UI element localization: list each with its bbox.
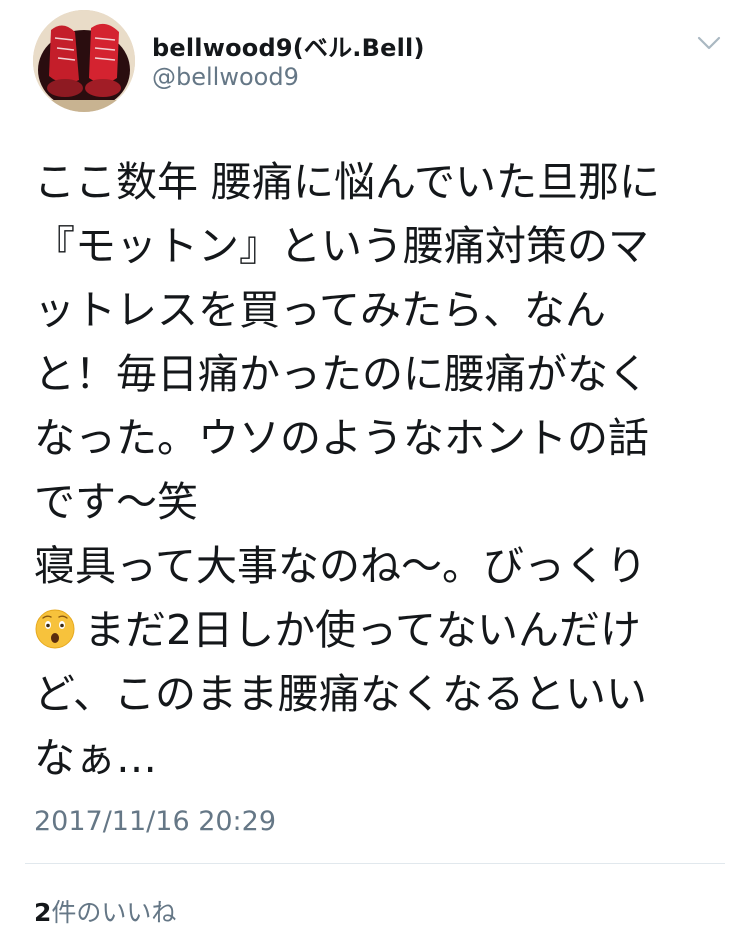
tweet-line: 『モットン』という腰痛対策のマ [34, 222, 649, 270]
tweet-header: bellwood9(ベル.Bell) @bellwood9 [0, 0, 750, 125]
tweet-line: です〜笑 [34, 478, 198, 526]
tweet-line-text: まだ2日しか使ってないんだけ [84, 606, 642, 654]
tweet-text: ここ数年 腰痛に悩んでいた旦那に 『モットン』という腰痛対策のマ ットレスを買っ… [34, 150, 724, 790]
display-name[interactable]: bellwood9(ベル.Bell) [152, 28, 425, 63]
tweet-line: ど、このまま腰痛なくなるといい [34, 670, 647, 718]
likes-label: 件のいいね [51, 898, 177, 927]
tweet-line: なぁ… [34, 734, 157, 782]
tweet-timestamp[interactable]: 2017/11/16 20:29 [34, 806, 276, 837]
likes-stat[interactable]: 2件のいいね [34, 893, 176, 929]
tweet-line: ットレスを買ってみたら、なん [34, 286, 606, 334]
tweet-line: 寝具って大事なのね〜。びっくり [34, 542, 647, 590]
tweet-line-with-emoji: まだ2日しか使ってないんだけ [34, 598, 724, 662]
astonished-face-icon [34, 608, 76, 650]
likes-count: 2 [34, 898, 52, 927]
chevron-down-icon[interactable] [695, 31, 723, 55]
avatar[interactable] [33, 10, 135, 112]
avatar-image [33, 10, 135, 112]
tweet-line: ここ数年 腰痛に悩んでいた旦那に [34, 158, 660, 206]
tweet-line: と！毎日痛かったのに腰痛がなく [34, 350, 649, 398]
divider [25, 863, 725, 864]
tweet-line: なった。ウソのようなホントの話 [34, 414, 649, 462]
user-handle[interactable]: @bellwood9 [152, 63, 299, 91]
